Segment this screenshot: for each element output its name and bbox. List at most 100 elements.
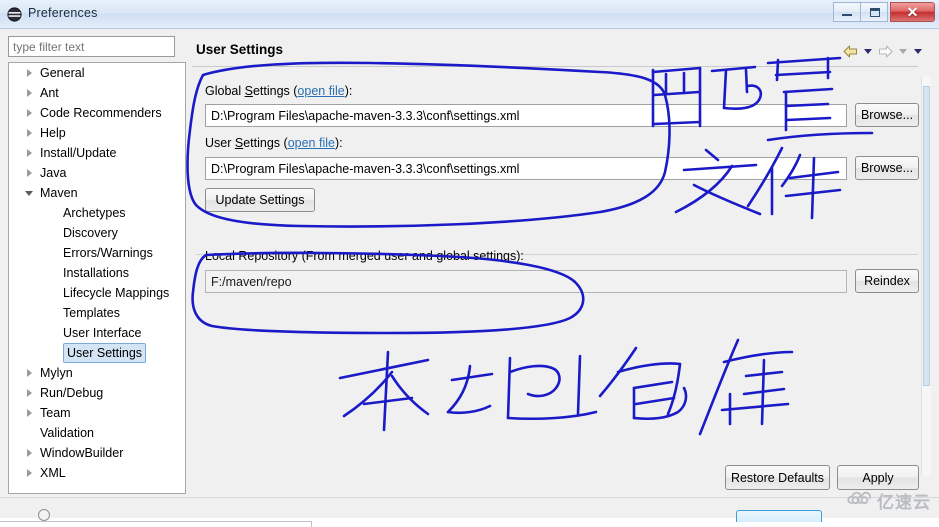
preferences-icon xyxy=(7,7,22,22)
chevron-right-icon[interactable] xyxy=(27,89,32,97)
sidebar-item-label: Java xyxy=(40,166,67,180)
chevron-right-icon[interactable] xyxy=(27,409,32,417)
content-scrollbar[interactable] xyxy=(921,76,931,476)
sidebar-item-run-debug[interactable]: Run/Debug xyxy=(9,383,185,403)
sidebar-item-user-settings[interactable]: User Settings xyxy=(9,343,185,363)
sidebar-item-team[interactable]: Team xyxy=(9,403,185,423)
sidebar-item-templates[interactable]: Templates xyxy=(9,303,185,323)
forward-history-chevron-down-icon xyxy=(899,49,907,54)
sidebar-item-label: XML xyxy=(40,466,66,480)
preferences-sidebar: General Ant Code Recommenders Help Install/U… xyxy=(8,36,186,494)
sidebar-item-java[interactable]: Java xyxy=(9,163,185,183)
close-icon: ✕ xyxy=(906,4,919,20)
watermark-text: 亿速云 xyxy=(877,493,931,512)
close-button[interactable]: ✕ xyxy=(890,2,935,22)
global-settings-input[interactable] xyxy=(205,104,847,127)
sidebar-item-label: Mylyn xyxy=(40,366,73,380)
sidebar-item-xml[interactable]: XML xyxy=(9,463,185,483)
sidebar-item-label: Install/Update xyxy=(40,146,117,160)
chevron-right-icon[interactable] xyxy=(27,149,32,157)
global-settings-label-end: ): xyxy=(344,84,353,98)
restore-icon xyxy=(870,8,880,17)
sidebar-item-user-interface[interactable]: User Interface xyxy=(9,323,185,343)
sidebar-item-mylyn[interactable]: Mylyn xyxy=(9,363,185,383)
user-settings-label-end: ): xyxy=(334,136,343,150)
page-title: User Settings xyxy=(196,42,284,57)
sidebar-item-code-recommenders[interactable]: Code Recommenders xyxy=(9,103,185,123)
window-title: Preferences xyxy=(28,6,98,20)
sidebar-item-lifecycle-mappings[interactable]: Lifecycle Mappings xyxy=(9,283,185,303)
ok-button[interactable] xyxy=(736,510,822,522)
chevron-right-icon[interactable] xyxy=(27,109,32,117)
sidebar-item-maven[interactable]: Maven xyxy=(9,183,185,203)
sidebar-item-archetypes[interactable]: Archetypes xyxy=(9,203,185,223)
update-settings-button[interactable]: Update Settings xyxy=(205,188,315,212)
apply-button[interactable]: Apply xyxy=(837,465,919,490)
minimize-icon xyxy=(842,14,852,16)
sidebar-item-discovery[interactable]: Discovery xyxy=(9,223,185,243)
minimize-button[interactable] xyxy=(833,2,861,22)
dialog-body: General Ant Code Recommenders Help Install/U… xyxy=(0,29,939,527)
chevron-right-icon[interactable] xyxy=(27,449,32,457)
chevron-right-icon[interactable] xyxy=(27,169,32,177)
chevron-right-icon[interactable] xyxy=(27,69,32,77)
sidebar-item-label: Team xyxy=(40,406,71,420)
cloud-logo-icon xyxy=(847,490,873,512)
sidebar-item-general[interactable]: General xyxy=(9,63,185,83)
preferences-window: Preferences ✕ General Ant Code Recommender… xyxy=(0,0,939,527)
help-icon[interactable] xyxy=(38,509,50,521)
sidebar-item-install-update[interactable]: Install/Update xyxy=(9,143,185,163)
title-bar: Preferences ✕ xyxy=(0,0,939,29)
sidebar-item-help[interactable]: Help xyxy=(9,123,185,143)
filter-input[interactable] xyxy=(8,36,175,57)
sidebar-item-windowbuilder[interactable]: WindowBuilder xyxy=(9,443,185,463)
chevron-down-icon[interactable] xyxy=(25,191,33,196)
sidebar-item-label: User Interface xyxy=(63,326,142,340)
sidebar-item-label: Templates xyxy=(63,306,120,320)
sidebar-item-label: Ant xyxy=(40,86,59,100)
chevron-right-icon[interactable] xyxy=(27,469,32,477)
sidebar-item-label: Discovery xyxy=(63,226,118,240)
user-settings-label-mnemonic: S xyxy=(234,136,244,150)
sidebar-item-label: Errors/Warnings xyxy=(63,246,153,260)
sidebar-item-label: General xyxy=(40,66,85,80)
sidebar-item-validation[interactable]: Validation xyxy=(9,423,185,443)
user-settings-label: User Settings (open file): xyxy=(205,136,343,150)
forward-arrow-icon xyxy=(877,44,894,59)
page-navigation xyxy=(842,44,924,59)
chevron-right-icon[interactable] xyxy=(27,389,32,397)
global-settings-label-prefix: Global xyxy=(205,84,245,98)
sidebar-item-label: Code Recommenders xyxy=(40,106,162,120)
global-settings-label-mnemonic: S xyxy=(244,84,253,98)
restore-defaults-button[interactable]: Restore Defaults xyxy=(725,465,830,490)
sidebar-item-errors-warnings[interactable]: Errors/Warnings xyxy=(9,243,185,263)
back-history-chevron-down-icon[interactable] xyxy=(864,49,872,54)
global-settings-open-file-link[interactable]: open file xyxy=(297,84,344,98)
preferences-tree[interactable]: General Ant Code Recommenders Help Install/U… xyxy=(8,62,186,494)
chevron-right-icon[interactable] xyxy=(27,129,32,137)
user-settings-browse-button[interactable]: Browse... xyxy=(855,156,919,180)
title-separator xyxy=(192,66,918,67)
sidebar-item-ant[interactable]: Ant xyxy=(9,83,185,103)
local-repository-input[interactable] xyxy=(205,270,847,293)
global-settings-label-suffix: ettings ( xyxy=(252,84,298,98)
watermark: 亿速云 xyxy=(847,488,931,513)
reindex-button[interactable]: Reindex xyxy=(855,269,919,293)
user-settings-label-prefix: User xyxy=(205,136,235,150)
global-settings-browse-button[interactable]: Browse... xyxy=(855,103,919,127)
content-scrollbar-thumb[interactable] xyxy=(923,86,930,386)
sidebar-item-label: User Settings xyxy=(63,343,147,363)
maximize-button[interactable] xyxy=(860,2,888,22)
view-menu-chevron-down-icon[interactable] xyxy=(914,49,922,54)
settings-page: User Settings Global Settings (open file… xyxy=(192,36,931,517)
user-settings-input[interactable] xyxy=(205,157,847,180)
user-settings-label-suffix: ettings ( xyxy=(243,136,288,150)
sidebar-item-installations[interactable]: Installations xyxy=(9,263,185,283)
back-arrow-icon[interactable] xyxy=(842,44,859,59)
window-controls: ✕ xyxy=(833,2,935,22)
sidebar-item-label: Help xyxy=(40,126,66,140)
sidebar-item-label: Installations xyxy=(63,266,130,280)
user-settings-open-file-link[interactable]: open file xyxy=(288,136,335,150)
chevron-right-icon[interactable] xyxy=(27,369,32,377)
sidebar-item-label: Archetypes xyxy=(63,206,126,220)
